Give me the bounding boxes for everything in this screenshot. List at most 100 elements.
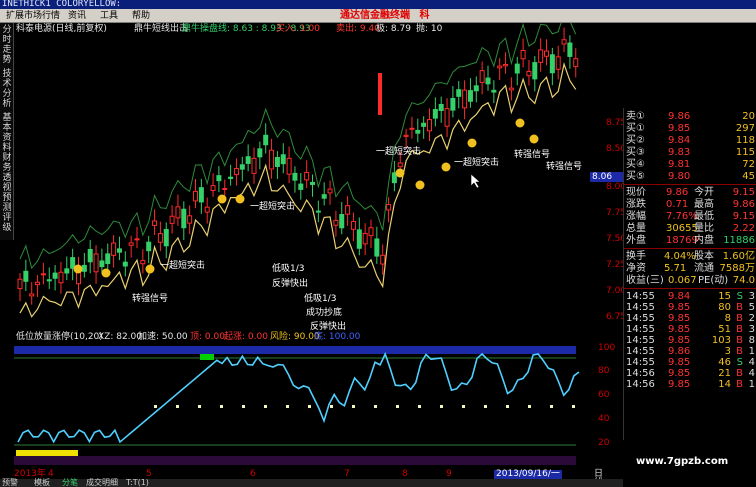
trade-price: 9.85 <box>668 335 691 346</box>
low-absorb-label: 低吸1/3 <box>304 294 337 304</box>
level-dot <box>440 405 443 408</box>
signal-icon <box>145 264 155 274</box>
stat-value: 9.86 <box>666 187 689 198</box>
candle-body <box>462 89 468 109</box>
trade-row: 14:56 9.85 21 B 4 <box>624 368 756 379</box>
candle-body <box>134 238 140 241</box>
trade-count: 1 <box>748 346 755 357</box>
trade-volume: 14 <box>718 379 731 390</box>
divider <box>624 184 756 185</box>
green-bar <box>200 354 214 360</box>
candle-body <box>415 129 421 134</box>
indicator-panel[interactable]: 低位放量涨停(10,20) XZ: 82.00 加速: 50.00 顶: 0.0… <box>14 332 590 470</box>
level-dot <box>308 405 311 408</box>
trade-time: 14:55 <box>626 357 655 368</box>
level-dot <box>330 405 333 408</box>
candle-body <box>380 254 386 265</box>
fund-label: 股本 <box>694 251 714 262</box>
candle-body <box>304 171 310 181</box>
candle-body <box>216 175 222 182</box>
brand-name: 通达信金融终端 <box>340 10 410 21</box>
candle-body <box>239 164 245 170</box>
level-dot <box>484 405 487 408</box>
trade-count: 3 <box>748 291 755 302</box>
candle-body <box>327 188 333 194</box>
candle-body <box>479 70 485 83</box>
sub-tick: 80 <box>598 366 610 376</box>
tab-technical[interactable]: 技术分析 <box>1 69 13 109</box>
date-label: 9 <box>446 469 452 479</box>
candle-body <box>397 162 403 168</box>
stat-label: 外盘 <box>626 235 646 246</box>
candle-body <box>64 268 70 274</box>
tab-template[interactable]: 模板 <box>34 479 50 487</box>
order-price: 9.86 <box>668 111 691 122</box>
candle-body <box>52 272 58 279</box>
trade-side: B <box>736 335 743 346</box>
risk-band <box>14 346 576 354</box>
stat-row: 外盘 18769 内盘 11886 <box>624 235 756 246</box>
fund-value: 1.60亿 <box>722 251 755 262</box>
candle-body <box>561 39 567 45</box>
kline-chart[interactable]: 科泰电源(日线,前复权) 鼎牛短线出击 鼎牛操盘线: 8.63 : 8.93 :… <box>14 23 590 332</box>
yellow-bar <box>16 450 78 456</box>
candle-body <box>485 77 491 85</box>
candle-body <box>29 293 35 297</box>
candle-body <box>35 281 41 286</box>
strong-signal-label: 转强信号 <box>132 294 169 304</box>
level-dot <box>176 405 179 408</box>
candle-body <box>321 194 327 199</box>
candle-body <box>128 242 134 246</box>
candle-body <box>233 168 239 176</box>
level-dot <box>242 405 245 408</box>
trade-count: 8 <box>748 335 755 346</box>
candle-body <box>520 50 526 60</box>
candle-body <box>146 241 152 252</box>
tab-alert[interactable]: 预警 <box>2 479 18 487</box>
candle-body <box>497 65 503 69</box>
tab-t[interactable]: T:T(1) <box>126 479 149 487</box>
trade-side: B <box>736 368 743 379</box>
candle-body <box>444 108 450 127</box>
tab-finance[interactable]: 财务透视 <box>1 153 13 193</box>
trade-volume: 21 <box>718 368 731 379</box>
order-volume: 297 <box>735 123 755 134</box>
signal-icon <box>515 118 525 128</box>
level-dots <box>154 405 575 408</box>
order-row-sell-1: 卖① 9.86 20 <box>624 111 756 122</box>
tab-intraday[interactable]: 分时走势 <box>1 25 13 65</box>
watermark: www.7gpzb.com <box>636 456 729 467</box>
level-dot <box>286 405 289 408</box>
tab-forecast[interactable]: 预测评级 <box>1 193 13 233</box>
oscillator-line <box>17 351 580 444</box>
menu-ext-market[interactable]: 扩展市场行情 <box>6 10 60 22</box>
trade-time: 14:56 <box>626 368 655 379</box>
candle-body <box>175 206 181 219</box>
candle-body <box>503 64 509 67</box>
stat-label: 总量 <box>626 223 646 234</box>
trade-count: 5 <box>748 302 755 313</box>
trade-count: 3 <box>748 324 755 335</box>
trade-side: B <box>736 313 743 324</box>
menu-news[interactable]: 资讯 <box>68 10 86 22</box>
level-dot <box>264 405 267 408</box>
tab-ticks[interactable]: 分笔 <box>62 479 78 487</box>
fund-label: 换手 <box>626 251 646 262</box>
fund-label: 流通 <box>694 263 714 274</box>
strong-signal-label: 转强信号 <box>514 150 551 160</box>
trade-time: 14:55 <box>626 346 655 357</box>
candle-body <box>339 214 345 229</box>
trade-time: 14:55 <box>626 313 655 324</box>
trade-side: B <box>736 302 743 313</box>
order-label: 买② <box>626 135 645 146</box>
candle-body <box>193 190 198 202</box>
rebound-label: 反弹快出 <box>272 279 309 289</box>
menu-help[interactable]: 帮助 <box>132 10 150 22</box>
tab-basic[interactable]: 基本资料 <box>1 113 13 153</box>
order-volume: 118 <box>735 135 755 146</box>
tab-deals[interactable]: 成交明细 <box>86 479 118 487</box>
trade-side: B <box>736 346 743 357</box>
candle-body <box>152 220 158 226</box>
candle-body <box>198 187 204 203</box>
menu-tools[interactable]: 工具 <box>100 10 118 22</box>
